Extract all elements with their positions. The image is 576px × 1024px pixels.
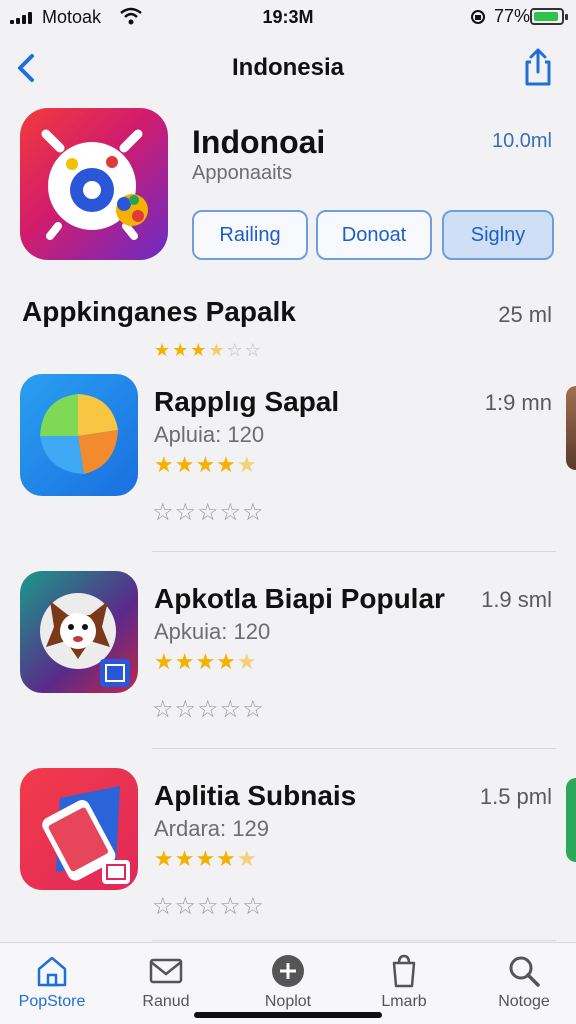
rotation-lock-icon <box>471 10 485 24</box>
add-circle-icon <box>272 955 304 987</box>
rate-stars[interactable]: ☆☆☆☆☆ <box>152 695 265 724</box>
battery-percent: 77% <box>494 6 531 26</box>
section-star-rating: ★★★★☆☆ <box>154 340 263 360</box>
tab-notoge[interactable]: Notoge <box>476 953 572 1011</box>
app-icon[interactable] <box>20 374 138 496</box>
tab-label: Ranud <box>142 993 190 1010</box>
search-icon <box>509 956 540 987</box>
app-subtitle: Apkuia: 120 <box>154 619 271 644</box>
divider <box>152 748 556 749</box>
tab-label: Notoge <box>498 993 550 1010</box>
home-indicator[interactable] <box>194 1012 382 1018</box>
app-star-rating: ★★★★★ <box>154 452 258 477</box>
donoat-button[interactable]: Donoat <box>316 210 432 260</box>
app-star-rating: ★★★★★ <box>154 846 258 871</box>
tab-popstore[interactable]: PopStore <box>4 953 100 1011</box>
divider <box>152 940 556 941</box>
section-title: Appkinganes Papalk <box>22 296 296 327</box>
page-title: Indonesia <box>231 54 345 81</box>
status-bar: Motoak 19:3M 77% <box>0 0 576 36</box>
app-meta: 1.5 pml <box>479 784 552 809</box>
rate-stars[interactable]: ☆☆☆☆☆ <box>152 892 265 921</box>
tab-label: Lmarb <box>381 993 427 1010</box>
tab-ranud[interactable]: Ranud <box>118 953 214 1011</box>
tab-label: PopStore <box>18 993 86 1010</box>
list-item[interactable]: Aplitia Subnais 1.5 pml Ardara: 129 ★★★★… <box>0 768 576 964</box>
share-button[interactable] <box>518 44 558 88</box>
app-name: Apkotla Biapi Popular <box>154 583 445 614</box>
mail-icon <box>149 958 183 984</box>
next-card-edge <box>566 386 576 470</box>
app-subtitle: Ardara: 129 <box>154 816 269 841</box>
featured-app-icon[interactable] <box>20 108 168 260</box>
list-item[interactable]: Rapplıg Sapal 1:9 mn Apluia: 120 ★★★★★ ☆… <box>0 374 576 570</box>
siglny-button[interactable]: Siglny <box>442 210 554 260</box>
tab-lmarb[interactable]: Lmarb <box>356 953 452 1011</box>
app-name: Aplitia Subnais <box>154 780 357 811</box>
app-subtitle: Apluia: 120 <box>154 422 265 447</box>
house-icon <box>37 956 67 987</box>
battery-icon <box>530 8 568 25</box>
app-icon[interactable] <box>20 571 138 693</box>
bag-icon <box>392 954 416 988</box>
featured-app-name: Indonoai <box>192 124 326 160</box>
section-meta: 25 ml <box>498 302 552 327</box>
tab-bar: PopStore Ranud Noplot Lmarb Notoge <box>0 942 576 1024</box>
railing-button[interactable]: Railing <box>192 210 308 260</box>
app-meta: 1.9 sml <box>481 587 552 612</box>
navigation-bar: Indonesia <box>0 44 576 90</box>
app-icon[interactable] <box>20 768 138 890</box>
tab-label: Noplot <box>264 993 312 1010</box>
divider <box>152 551 556 552</box>
app-meta: 1:9 mn <box>484 390 552 415</box>
app-name: Rapplıg Sapal <box>154 386 340 417</box>
next-card-edge <box>566 778 576 862</box>
tab-noplot[interactable]: Noplot <box>240 953 336 1011</box>
status-time: 19:3M <box>262 7 314 27</box>
featured-app-size: 10.0ml <box>491 130 552 152</box>
featured-app-subtitle: Apponaaits <box>192 162 293 184</box>
app-star-rating: ★★★★★ <box>154 649 258 674</box>
rate-stars[interactable]: ☆☆☆☆☆ <box>152 498 265 527</box>
list-item[interactable]: Apkotla Biapi Popular 1.9 sml Apkuia: 12… <box>0 571 576 767</box>
